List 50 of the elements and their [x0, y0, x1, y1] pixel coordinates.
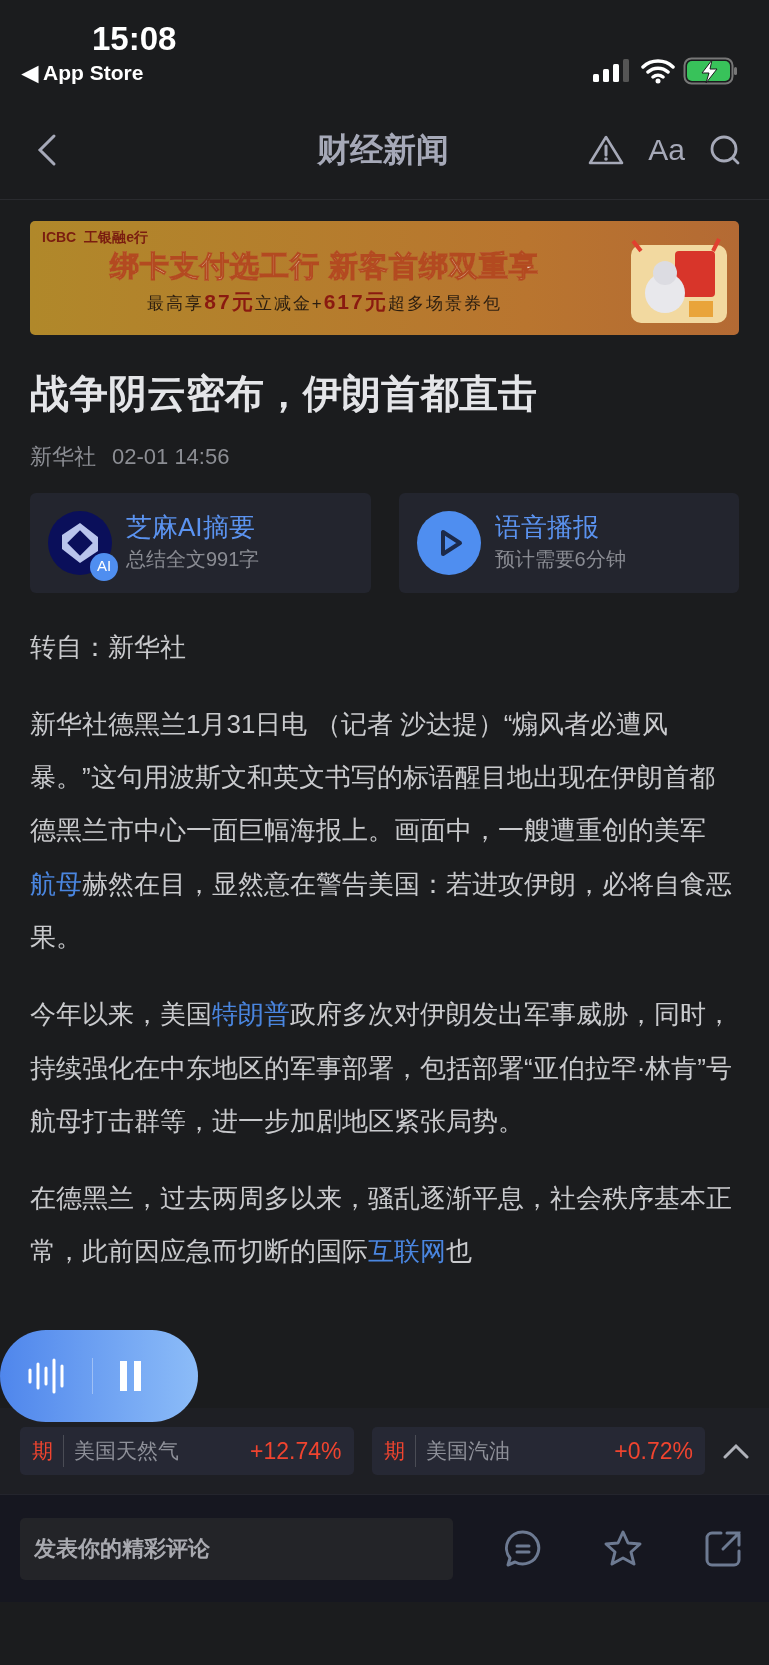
back-button[interactable] — [36, 132, 58, 167]
font-size-button[interactable]: Aa — [648, 127, 685, 172]
ticker-name: 美国天然气 — [74, 1438, 180, 1465]
price-change: +0.72% — [614, 1436, 693, 1466]
comment-field[interactable]: 发表你的精彩评论 — [20, 1517, 453, 1580]
battery-charging-icon — [683, 57, 739, 85]
page-title: 财经新闻 — [316, 129, 451, 170]
play-icon — [416, 510, 481, 575]
article-title: 战争阴云密布，伊朗首都直击 — [30, 371, 538, 417]
repost-source: 转自：新华社 — [30, 630, 187, 664]
article-source: 新华社 — [30, 442, 96, 471]
futures-ticker[interactable]: 期 美国天然气 +12.74% — [20, 1427, 354, 1475]
waveform-icon — [26, 1356, 66, 1396]
search-icon — [709, 133, 741, 166]
ad-offer: 最高享87元立减金+617元超多场景券包 — [146, 288, 503, 315]
keyword-link[interactable]: 互联网 — [368, 1236, 446, 1267]
ai-badge: AI — [90, 552, 118, 581]
wifi-icon — [641, 58, 675, 84]
expand-button[interactable] — [723, 1443, 749, 1459]
report-button[interactable] — [588, 133, 625, 166]
keyword-link[interactable]: 航母 — [30, 868, 82, 899]
search-button[interactable] — [709, 133, 741, 166]
publish-time: 02-01 14:56 — [112, 442, 230, 471]
audio-broadcast-card[interactable]: 语音播报 预计需要6分钟 — [398, 492, 739, 593]
bank-logo: ICBC — [42, 228, 77, 247]
price-change: +12.74% — [250, 1436, 342, 1466]
comments-button[interactable] — [503, 1528, 543, 1569]
bank-name: 工银融e行 — [84, 228, 149, 247]
tool-title: 语音播报 — [494, 510, 600, 544]
pause-icon — [119, 1360, 143, 1392]
article-paragraph: 今年以来，美国特朗普政府多次对伊朗发出军事威胁，同时，持续强化在中东地区的军事部署，包括部署“亚伯拉罕·林肯”号航母打击群等，进一步加剧地区紧张局势。 — [30, 998, 733, 1138]
keyword-link[interactable]: 特朗普 — [212, 999, 290, 1030]
tool-subtitle: 总结全文991字 — [126, 547, 260, 573]
ticker-name: 美国汽油 — [425, 1438, 511, 1465]
back-to-app-link[interactable]: ◀ App Store — [22, 57, 144, 89]
audio-player[interactable] — [0, 1330, 198, 1422]
chevron-up-icon — [723, 1443, 749, 1459]
back-icon — [36, 132, 58, 167]
speech-bubble-icon — [503, 1528, 543, 1569]
warning-icon — [588, 133, 625, 166]
futures-tag: 期 — [383, 1435, 416, 1467]
tool-subtitle: 预计需要6分钟 — [494, 547, 626, 573]
futures-ticker[interactable]: 期 美国汽油 +0.72% — [371, 1427, 705, 1475]
status-time: 15:08 — [92, 22, 177, 55]
futures-tag: 期 — [32, 1435, 64, 1467]
ai-summary-card[interactable]: AI 芝麻AI摘要 总结全文991字 — [30, 492, 371, 593]
tool-title: 芝麻AI摘要 — [126, 510, 256, 544]
ai-logo-icon — [48, 510, 112, 575]
article-paragraph: 在德黑兰，过去两周多以来，骚乱逐渐平息，社会秩序基本正常，此前因应急而切断的国际互联网也 — [30, 1182, 733, 1269]
article-paragraph: 新华社德黑兰1月31日电 （记者 沙达提）“煽风者必遭风暴。”这句用波斯文和英文书写的标语醒目地出现在伊朗首都德黑兰市中心一面巨幅海报上。画面中，一艘遭重创的美军 航母赫然在目，显然意在警告美国：若进攻伊朗，必将自食恶果。 — [30, 707, 733, 954]
